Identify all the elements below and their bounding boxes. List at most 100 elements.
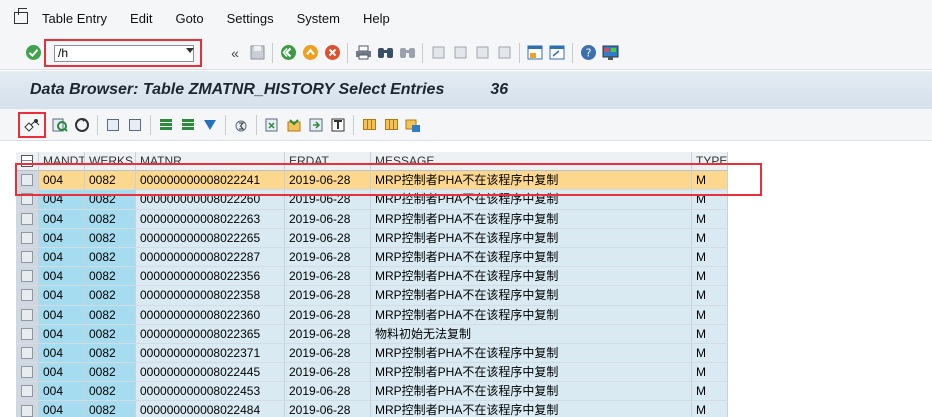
- cell-werks[interactable]: 0082: [85, 343, 136, 364]
- cell-werks[interactable]: 0082: [85, 247, 136, 268]
- row-select-button[interactable]: [21, 231, 33, 244]
- cell-message[interactable]: MRP控制者PHA不在该程序中复制: [371, 228, 692, 248]
- cell-werks[interactable]: 0082: [85, 324, 136, 344]
- change-layout-icon[interactable]: [286, 117, 302, 133]
- cell-mandt[interactable]: 004: [39, 343, 85, 364]
- help-icon[interactable]: ?: [579, 44, 597, 62]
- local-file-icon[interactable]: [405, 117, 421, 133]
- previous-page-icon[interactable]: [451, 44, 469, 62]
- row-select-button[interactable]: [21, 193, 33, 206]
- cell-werks[interactable]: 0082: [85, 286, 136, 306]
- cell-mandt[interactable]: 004: [39, 247, 85, 268]
- sort-descending-icon[interactable]: [180, 117, 196, 133]
- sort-ascending-icon[interactable]: [158, 117, 174, 133]
- cell-mandt[interactable]: 004: [39, 209, 85, 229]
- cell-mandt[interactable]: 004: [39, 286, 85, 306]
- cell-mandt[interactable]: 004: [39, 171, 85, 191]
- row-select-button[interactable]: [21, 174, 33, 187]
- save-icon[interactable]: [248, 44, 266, 62]
- row-select-button[interactable]: [21, 212, 33, 225]
- column-header-mandt[interactable]: MANDT: [39, 152, 85, 172]
- cell-type[interactable]: M: [692, 286, 728, 306]
- export-icon[interactable]: [264, 117, 280, 133]
- menu-table-entry[interactable]: Table Entry: [42, 11, 107, 26]
- find-next-icon[interactable]: [398, 44, 416, 62]
- cell-matnr[interactable]: 000000000008022365: [136, 324, 285, 344]
- cell-message[interactable]: MRP控制者PHA不在该程序中复制: [371, 171, 692, 191]
- cell-erdat[interactable]: 2019-06-28: [285, 363, 371, 383]
- row-select-button[interactable]: [21, 404, 33, 417]
- row-selector[interactable]: [16, 247, 39, 268]
- refresh-icon[interactable]: [74, 117, 90, 133]
- table-row[interactable]: 004 0082 000000000008022484 2019-06-28 M…: [16, 401, 728, 417]
- table-row[interactable]: 004 0082 000000000008022241 2019-06-28 M…: [16, 171, 728, 191]
- column-settings[interactable]: [16, 152, 39, 172]
- find-icon[interactable]: [376, 44, 394, 62]
- word-processing-icon[interactable]: [383, 117, 399, 133]
- cell-matnr[interactable]: 000000000008022356: [136, 267, 285, 287]
- menu-system[interactable]: System: [297, 11, 340, 26]
- row-select-button[interactable]: [21, 289, 33, 302]
- column-header-type[interactable]: TYPE: [692, 152, 728, 172]
- spreadsheet-icon[interactable]: [361, 117, 377, 133]
- row-selector[interactable]: [16, 171, 39, 191]
- table-settings-icon[interactable]: [21, 155, 33, 168]
- cell-message[interactable]: MRP控制者PHA不在该程序中复制: [371, 286, 692, 306]
- cell-mandt[interactable]: 004: [39, 324, 85, 344]
- column-header-message[interactable]: MESSAGE: [371, 152, 692, 172]
- cell-type[interactable]: M: [692, 363, 728, 383]
- cell-erdat[interactable]: 2019-06-28: [285, 401, 371, 417]
- cell-werks[interactable]: 0082: [85, 209, 136, 229]
- row-select-button[interactable]: [21, 308, 33, 321]
- choose-layout-icon[interactable]: [308, 117, 324, 133]
- table-row[interactable]: 004 0082 000000000008022358 2019-06-28 M…: [16, 286, 728, 306]
- row-select-button[interactable]: [21, 366, 33, 379]
- cell-mandt[interactable]: 004: [39, 363, 85, 383]
- cell-type[interactable]: M: [692, 401, 728, 417]
- row-selector[interactable]: [16, 382, 39, 402]
- app-menu-icon[interactable]: [14, 8, 28, 24]
- cell-type[interactable]: M: [692, 382, 728, 402]
- row-selector[interactable]: [16, 401, 39, 417]
- cell-message[interactable]: MRP控制者PHA不在该程序中复制: [371, 267, 692, 287]
- cell-type[interactable]: M: [692, 247, 728, 268]
- cell-erdat[interactable]: 2019-06-28: [285, 343, 371, 364]
- cell-matnr[interactable]: 000000000008022260: [136, 190, 285, 210]
- first-page-icon[interactable]: [429, 44, 447, 62]
- cell-matnr[interactable]: 000000000008022241: [136, 171, 285, 191]
- cell-matnr[interactable]: 000000000008022484: [136, 401, 285, 417]
- row-select-button[interactable]: [21, 346, 33, 359]
- table-row[interactable]: 004 0082 000000000008022371 2019-06-28 M…: [16, 343, 728, 364]
- shortcut-icon[interactable]: [548, 44, 566, 62]
- last-page-icon[interactable]: [495, 44, 513, 62]
- enter-check-icon[interactable]: [24, 44, 42, 62]
- row-selector[interactable]: [16, 286, 39, 306]
- table-row[interactable]: 004 0082 000000000008022287 2019-06-28 M…: [16, 247, 728, 268]
- cell-erdat[interactable]: 2019-06-28: [285, 247, 371, 268]
- column-header-matnr[interactable]: MATNR: [136, 152, 285, 172]
- details-icon[interactable]: [52, 117, 68, 133]
- column-header-werks[interactable]: WERKS: [85, 152, 136, 172]
- cell-erdat[interactable]: 2019-06-28: [285, 382, 371, 402]
- filter-icon[interactable]: [202, 117, 218, 133]
- cell-type[interactable]: M: [692, 343, 728, 364]
- menu-help[interactable]: Help: [363, 11, 390, 26]
- back-icon[interactable]: [279, 44, 297, 62]
- cell-matnr[interactable]: 000000000008022287: [136, 247, 285, 268]
- menu-settings[interactable]: Settings: [227, 11, 274, 26]
- row-selector[interactable]: [16, 363, 39, 383]
- next-page-icon[interactable]: [473, 44, 491, 62]
- cell-type[interactable]: M: [692, 190, 728, 210]
- row-selector[interactable]: [16, 209, 39, 229]
- row-select-button[interactable]: [21, 270, 33, 283]
- command-dropdown-icon[interactable]: [186, 48, 194, 53]
- cell-matnr[interactable]: 000000000008022265: [136, 228, 285, 248]
- table-row[interactable]: 004 0082 000000000008022453 2019-06-28 M…: [16, 382, 728, 402]
- row-select-button[interactable]: [21, 251, 33, 264]
- row-selector[interactable]: [16, 324, 39, 344]
- cell-type[interactable]: M: [692, 228, 728, 248]
- cell-werks[interactable]: 0082: [85, 382, 136, 402]
- cell-mandt[interactable]: 004: [39, 305, 85, 325]
- cell-mandt[interactable]: 004: [39, 267, 85, 287]
- cell-erdat[interactable]: 2019-06-28: [285, 286, 371, 306]
